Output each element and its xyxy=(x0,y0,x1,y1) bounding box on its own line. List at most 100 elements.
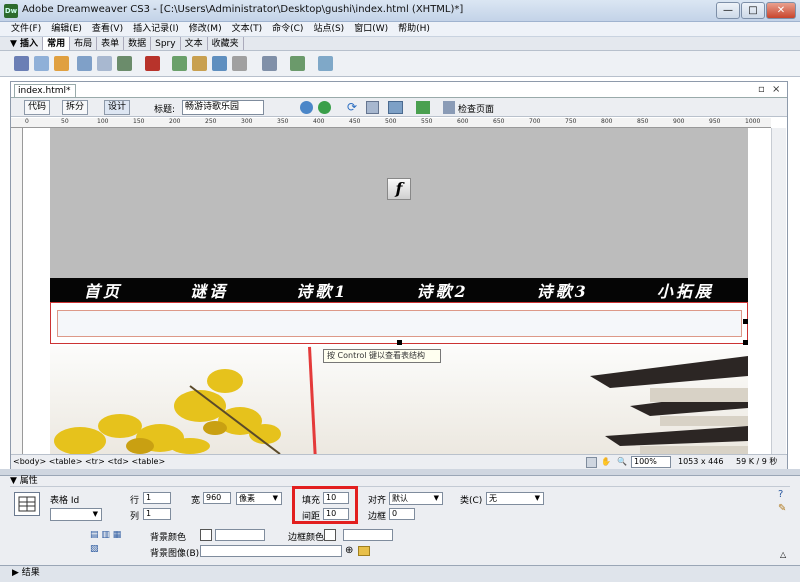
chevron-down-icon: ▼ xyxy=(92,510,98,518)
media-icon[interactable] xyxy=(145,56,160,71)
width-input[interactable]: 960 xyxy=(203,492,231,504)
date-icon[interactable] xyxy=(172,56,187,71)
width-unit-select[interactable]: 像素 ▼ xyxy=(236,492,282,505)
menu-view[interactable]: 查看(V) xyxy=(87,22,128,36)
minimize-button[interactable]: — xyxy=(716,2,740,19)
insert-tab-layout[interactable]: 布局 xyxy=(70,37,98,50)
split-view-button[interactable]: 拆分 xyxy=(62,100,89,115)
browse-folder-icon[interactable] xyxy=(358,546,370,556)
resize-handle[interactable] xyxy=(743,340,748,345)
doc-close-icon[interactable]: × xyxy=(772,84,780,95)
check-page-icon[interactable] xyxy=(443,101,455,114)
table-id-select[interactable]: ▼ xyxy=(50,508,102,521)
doc-restore-icon[interactable]: ▫ xyxy=(758,84,765,95)
menu-modify[interactable]: 修改(M) xyxy=(184,22,227,36)
collapse-icon[interactable]: △ xyxy=(780,550,786,559)
resize-handle[interactable] xyxy=(743,319,748,324)
border-color-input[interactable] xyxy=(343,529,393,541)
insert-tab-common[interactable]: 常用 xyxy=(43,37,71,50)
menu-site[interactable]: 站点(S) xyxy=(308,22,349,36)
properties-header[interactable]: ▼ 属性 xyxy=(10,475,790,487)
nav-item-home[interactable]: 首页 xyxy=(84,278,122,302)
align-select[interactable]: 默认 ▼ xyxy=(389,492,443,505)
hand-tool-icon[interactable]: ✋ xyxy=(601,455,611,469)
table-icon[interactable] xyxy=(77,56,92,71)
maximize-button[interactable]: □ xyxy=(741,2,765,19)
help-icon[interactable]: ? xyxy=(778,489,783,500)
menu-window[interactable]: 窗口(W) xyxy=(349,22,393,36)
document-tab[interactable]: index.html* xyxy=(14,84,76,98)
rows-label: 行 xyxy=(130,496,140,506)
insert-bar: ▼ 插入 常用 布局 表单 数据 Spry 文本 收藏夹 xyxy=(0,37,800,51)
email-link-icon[interactable] xyxy=(34,56,49,71)
border-color-swatch[interactable] xyxy=(324,529,336,541)
ruler-tick: 850 xyxy=(637,118,649,125)
view-options-icon[interactable] xyxy=(366,101,379,114)
visual-aids-icon[interactable] xyxy=(388,101,403,114)
tag-chooser-icon[interactable] xyxy=(318,56,333,71)
menu-text[interactable]: 文本(T) xyxy=(227,22,268,36)
results-panel-bar[interactable]: ▶ 结果 xyxy=(0,565,800,582)
ruler-tick: 1000 xyxy=(745,118,761,125)
preview-browser-icon[interactable] xyxy=(318,101,331,114)
menu-file[interactable]: 文件(F) xyxy=(6,22,46,36)
script-icon[interactable] xyxy=(262,56,277,71)
resize-handle[interactable] xyxy=(397,340,402,345)
border-input[interactable]: 0 xyxy=(389,508,415,520)
nav-item-poem2[interactable]: 诗歌2 xyxy=(416,278,468,302)
quick-tag-edit-icon[interactable]: ✎ xyxy=(778,503,786,514)
nav-item-poem3[interactable]: 诗歌3 xyxy=(537,278,589,302)
insert-tab-favorites[interactable]: 收藏夹 xyxy=(208,37,244,50)
design-view-button[interactable]: 设计 xyxy=(104,100,131,115)
bg-image-input[interactable] xyxy=(200,545,342,557)
bg-image-label: 背景图像(B) xyxy=(150,549,200,559)
rows-input[interactable]: 1 xyxy=(143,492,171,504)
insert-tab-forms[interactable]: 表单 xyxy=(97,37,125,50)
table-cell[interactable] xyxy=(57,310,742,337)
ruler-tick: 700 xyxy=(529,118,541,125)
nav-item-poem1[interactable]: 诗歌1 xyxy=(296,278,348,302)
insert-tab-text[interactable]: 文本 xyxy=(181,37,208,50)
window-size[interactable]: 1053 x 446 xyxy=(678,455,723,469)
cols-input[interactable]: 1 xyxy=(143,508,171,520)
layer-icon[interactable] xyxy=(97,56,112,71)
comment-icon[interactable] xyxy=(192,56,207,71)
code-view-button[interactable]: 代码 xyxy=(24,100,51,115)
menu-edit[interactable]: 编辑(E) xyxy=(46,22,87,36)
flash-banner-placeholder[interactable] xyxy=(50,128,748,278)
check-page-button[interactable]: 检查页面 xyxy=(458,102,494,115)
menu-commands[interactable]: 命令(C) xyxy=(267,22,308,36)
refresh-icon[interactable]: ⟳ xyxy=(347,101,359,114)
server-include-icon[interactable] xyxy=(212,56,227,71)
zoom-select[interactable]: 100% xyxy=(631,456,671,468)
point-to-file-icon[interactable]: ⊕ xyxy=(345,545,353,556)
insert-tab-spry[interactable]: Spry xyxy=(151,37,181,50)
select-tool-icon[interactable] xyxy=(586,457,597,468)
zoom-tool-icon[interactable]: 🔍 xyxy=(617,455,627,469)
clear-heights-icon[interactable]: ▤ ▥ ▦ xyxy=(90,530,121,540)
nav-item-riddles[interactable]: 谜语 xyxy=(190,278,228,302)
named-anchor-icon[interactable] xyxy=(54,56,69,71)
border-label: 边框 xyxy=(368,512,387,522)
bg-color-swatch[interactable] xyxy=(200,529,212,541)
menu-help[interactable]: 帮助(H) xyxy=(393,22,435,36)
tag-selector[interactable]: <body> <table> <tr> <td> <table> xyxy=(13,455,165,469)
ruler-tick: 0 xyxy=(25,118,29,125)
head-icon[interactable] xyxy=(232,56,247,71)
page-title-input[interactable]: 畅游诗歌乐园 xyxy=(182,100,264,115)
bg-color-input[interactable] xyxy=(215,529,265,541)
vertical-scrollbar[interactable] xyxy=(771,128,786,454)
hyperlink-icon[interactable] xyxy=(14,56,29,71)
menu-insert[interactable]: 插入记录(I) xyxy=(128,22,184,36)
file-management-icon[interactable] xyxy=(300,101,313,114)
close-button[interactable]: ✕ xyxy=(766,2,796,19)
clear-widths-icon[interactable]: ▧ xyxy=(90,544,99,554)
title-label: 标题: xyxy=(154,105,176,115)
image-icon[interactable] xyxy=(117,56,132,71)
templates-icon[interactable] xyxy=(290,56,305,71)
validate-markup-icon[interactable] xyxy=(416,101,430,114)
insert-tab-data[interactable]: 数据 xyxy=(124,37,152,50)
insert-panel-toggle[interactable]: ▼ 插入 xyxy=(6,37,44,50)
class-select[interactable]: 无 ▼ xyxy=(486,492,544,505)
nav-item-extension[interactable]: 小拓展 xyxy=(657,278,714,302)
